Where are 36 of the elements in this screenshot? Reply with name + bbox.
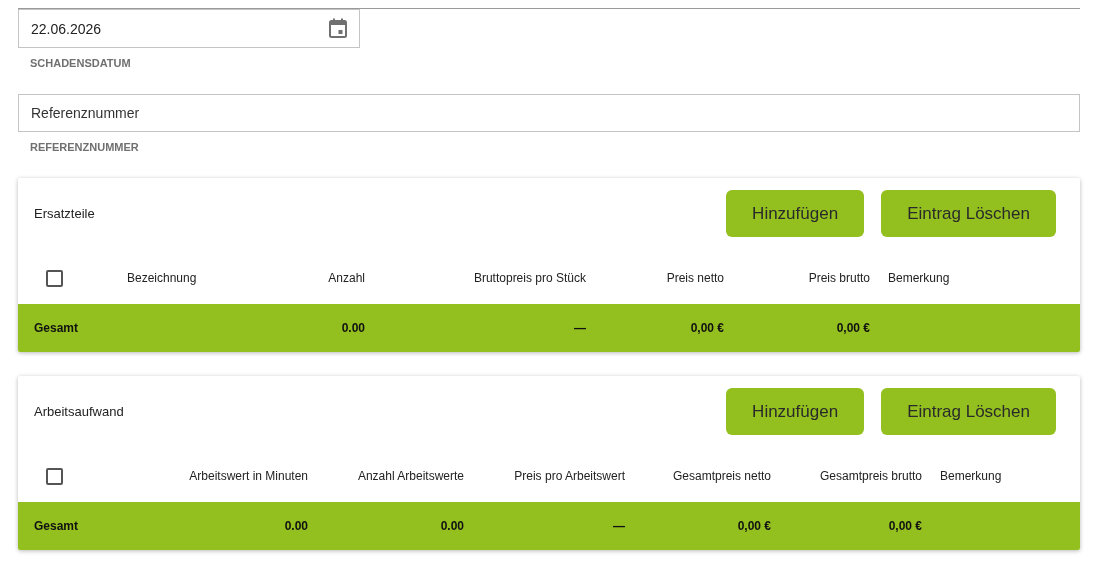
total-value: 0,00 € (690, 321, 724, 335)
delete-button[interactable]: Eintrag Löschen (881, 190, 1056, 237)
select-all-checkbox[interactable] (46, 269, 63, 287)
calendar-icon[interactable] (329, 18, 347, 38)
column-header: Preis netto (666, 271, 724, 285)
date-field[interactable]: 22.06.2026 (18, 9, 360, 48)
total-value: 0,00 € (737, 519, 771, 533)
delete-button[interactable]: Eintrag Löschen (881, 388, 1056, 435)
column-header: Preis brutto (808, 271, 870, 285)
total-value: — (574, 321, 586, 335)
total-value: 0.00 (440, 519, 464, 533)
column-header: Gesamtpreis netto (672, 469, 771, 483)
table-title: Ersatzteile (34, 206, 95, 221)
select-all-checkbox[interactable] (46, 467, 63, 485)
table-title: Arbeitsaufwand (34, 404, 124, 419)
column-header: Arbeitswert in Minuten (189, 469, 308, 483)
column-header: Gesamtpreis brutto (819, 469, 922, 483)
total-value: 0.00 (341, 321, 365, 335)
total-value: — (613, 519, 625, 533)
column-header: Bruttopreis pro Stück (473, 271, 586, 285)
field-label: SCHADENSDATUM (29, 56, 132, 71)
total-label: Gesamt (34, 519, 79, 533)
column-header: Bemerkung (940, 469, 1002, 483)
total-value: 0,00 € (888, 519, 922, 533)
add-button[interactable]: Hinzufügen (726, 190, 865, 237)
column-header: Preis pro Arbeitswert (514, 469, 625, 483)
column-header: Anzahl Arbeitswerte (357, 469, 464, 483)
total-value: 0.00 (284, 519, 308, 533)
total-value: 0,00 € (836, 321, 870, 335)
reference-field[interactable]: Referenznummer (18, 94, 1080, 132)
column-header: Anzahl (328, 271, 365, 285)
column-header: Bemerkung (888, 271, 950, 285)
add-button[interactable]: Hinzufügen (726, 388, 865, 435)
total-label: Gesamt (34, 321, 79, 335)
field-label: REFERENZNUMMER (29, 140, 140, 155)
column-header: Bezeichnung (127, 271, 197, 285)
